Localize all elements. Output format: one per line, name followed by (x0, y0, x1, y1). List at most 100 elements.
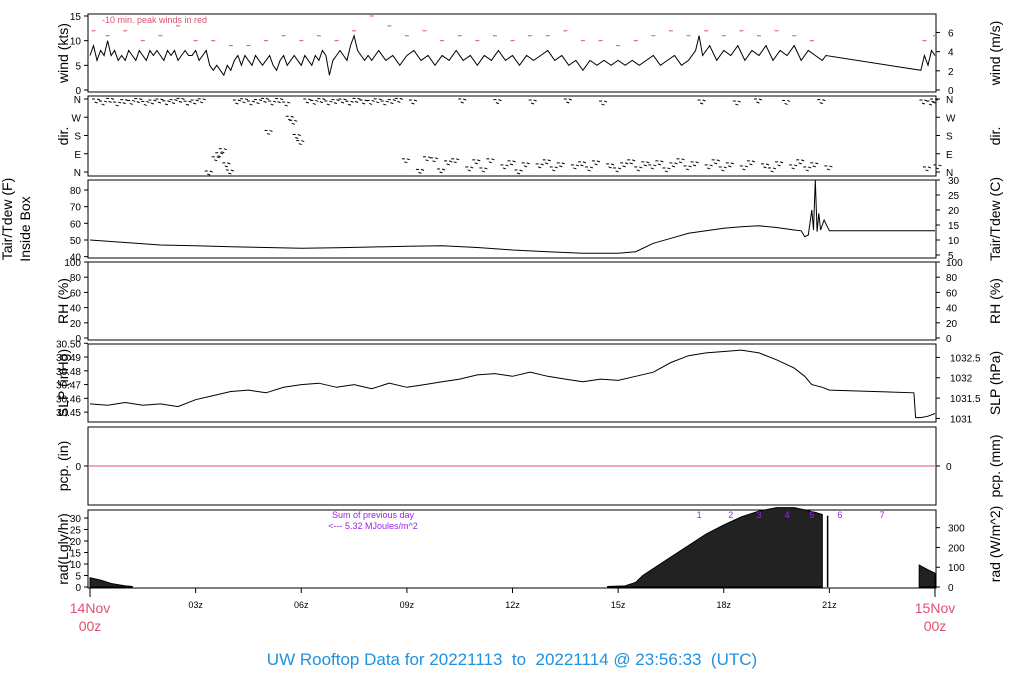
dir-point (263, 100, 267, 103)
dir-point (589, 166, 594, 169)
dir-point (297, 134, 301, 136)
rh-ytick-right-label: 60 (946, 288, 958, 299)
dir-ylabel: dir. (55, 127, 71, 146)
rad-ytick-label: 30 (70, 514, 82, 525)
dir-point (533, 99, 537, 102)
dir-point (477, 159, 481, 162)
pcp-ylabel: pcp. (in) (55, 441, 71, 492)
dir-point (801, 159, 805, 162)
dir-point (467, 169, 471, 172)
hour-mark-label: 1 (697, 510, 702, 520)
dir-point (230, 169, 234, 172)
dir-ylabel-right: dir. (987, 127, 1003, 146)
rad-ytick-label: 0 (75, 583, 81, 594)
x-tick-label: 21z (822, 600, 837, 610)
slp-ytick-right-label: 1031 (950, 414, 973, 425)
temp-ytick-label: 80 (70, 186, 82, 197)
dir-point (406, 158, 411, 161)
dir-point (392, 99, 396, 102)
dir-point (575, 164, 580, 167)
dir-point (390, 102, 394, 105)
dir-point (624, 162, 629, 165)
dir-point (516, 172, 521, 175)
rh-ytick-right-label: 80 (946, 273, 958, 284)
dir-point (671, 165, 676, 168)
temp-ytick-right-label: 10 (948, 236, 960, 247)
dir-point (695, 161, 699, 164)
dir-point (601, 103, 605, 106)
dir-point (660, 160, 664, 163)
dir-point (224, 165, 228, 168)
dir-point (411, 102, 415, 105)
dir-ytick-label: E (74, 150, 81, 161)
rh-ytick-right-label: 40 (946, 304, 958, 315)
dir-point (265, 97, 270, 100)
dir-point (216, 156, 220, 159)
hour-mark-label: 4 (785, 510, 790, 520)
dir-point (319, 101, 324, 104)
dir-point (277, 101, 281, 104)
rad-ylabel: rad(Lgly/hr) (55, 513, 71, 585)
dir-point (350, 100, 354, 103)
dir-point (512, 160, 516, 163)
dir-point (488, 161, 493, 164)
dir-point (361, 102, 366, 105)
dir-point (214, 159, 218, 162)
dir-point (286, 101, 291, 104)
pressure-line (89, 349, 936, 419)
dir-point (721, 169, 725, 172)
dir-point (523, 165, 528, 168)
dir-point (819, 102, 823, 105)
dir-point (829, 165, 833, 168)
dir-point (251, 100, 256, 103)
dir-point (368, 102, 373, 105)
dir-point (221, 151, 225, 154)
dir-point (545, 162, 549, 165)
dir-point (174, 99, 178, 102)
dir-point (674, 162, 678, 165)
dir-point (608, 166, 612, 169)
dir-point (826, 168, 831, 171)
start-date-label: 14Nov (70, 600, 110, 616)
dir-point (446, 163, 450, 166)
dir-point (758, 98, 763, 101)
dir-point (117, 101, 122, 104)
dir-point (439, 171, 443, 174)
dir-point (272, 100, 277, 103)
dir-point (453, 161, 457, 164)
dir-point (822, 99, 826, 102)
dir-point (568, 98, 572, 101)
dir-point (223, 148, 227, 151)
dir-point (143, 103, 147, 106)
dir-point (115, 104, 119, 107)
dir-point (192, 102, 197, 105)
dir-point (646, 161, 650, 164)
dir-point (688, 165, 692, 168)
dir-point (540, 163, 544, 166)
temp-ylabel-inside-box: Inside Box (17, 196, 33, 261)
wind-annotation: -10 min. peak winds in red (102, 15, 207, 25)
dir-point (714, 162, 718, 165)
rh-panel-frame (87, 261, 937, 341)
temp-ytick-label: 50 (70, 236, 82, 247)
rh-ytick-label: 40 (70, 304, 82, 315)
rad-annotation-line1: Sum of previous day (332, 510, 415, 520)
dir-point (333, 102, 338, 105)
dir-point (530, 102, 535, 105)
dir-point (808, 166, 812, 169)
dir-point (622, 165, 626, 168)
hour-mark-label: 7 (880, 510, 885, 520)
dir-point (460, 101, 464, 104)
dir-point (237, 99, 242, 102)
dir-point (418, 171, 422, 174)
dir-point (798, 162, 802, 165)
dir-point (770, 170, 774, 173)
temp-ytick-right-label: 25 (948, 191, 960, 202)
dir-ytick-right-label: W (946, 113, 956, 124)
dir-point (425, 159, 429, 162)
dir-point (385, 100, 389, 103)
dir-point (329, 100, 333, 103)
dir-point (284, 104, 288, 107)
slp-ytick-right-label: 1031.5 (950, 394, 981, 405)
x-tick-label: 09z (400, 600, 415, 610)
